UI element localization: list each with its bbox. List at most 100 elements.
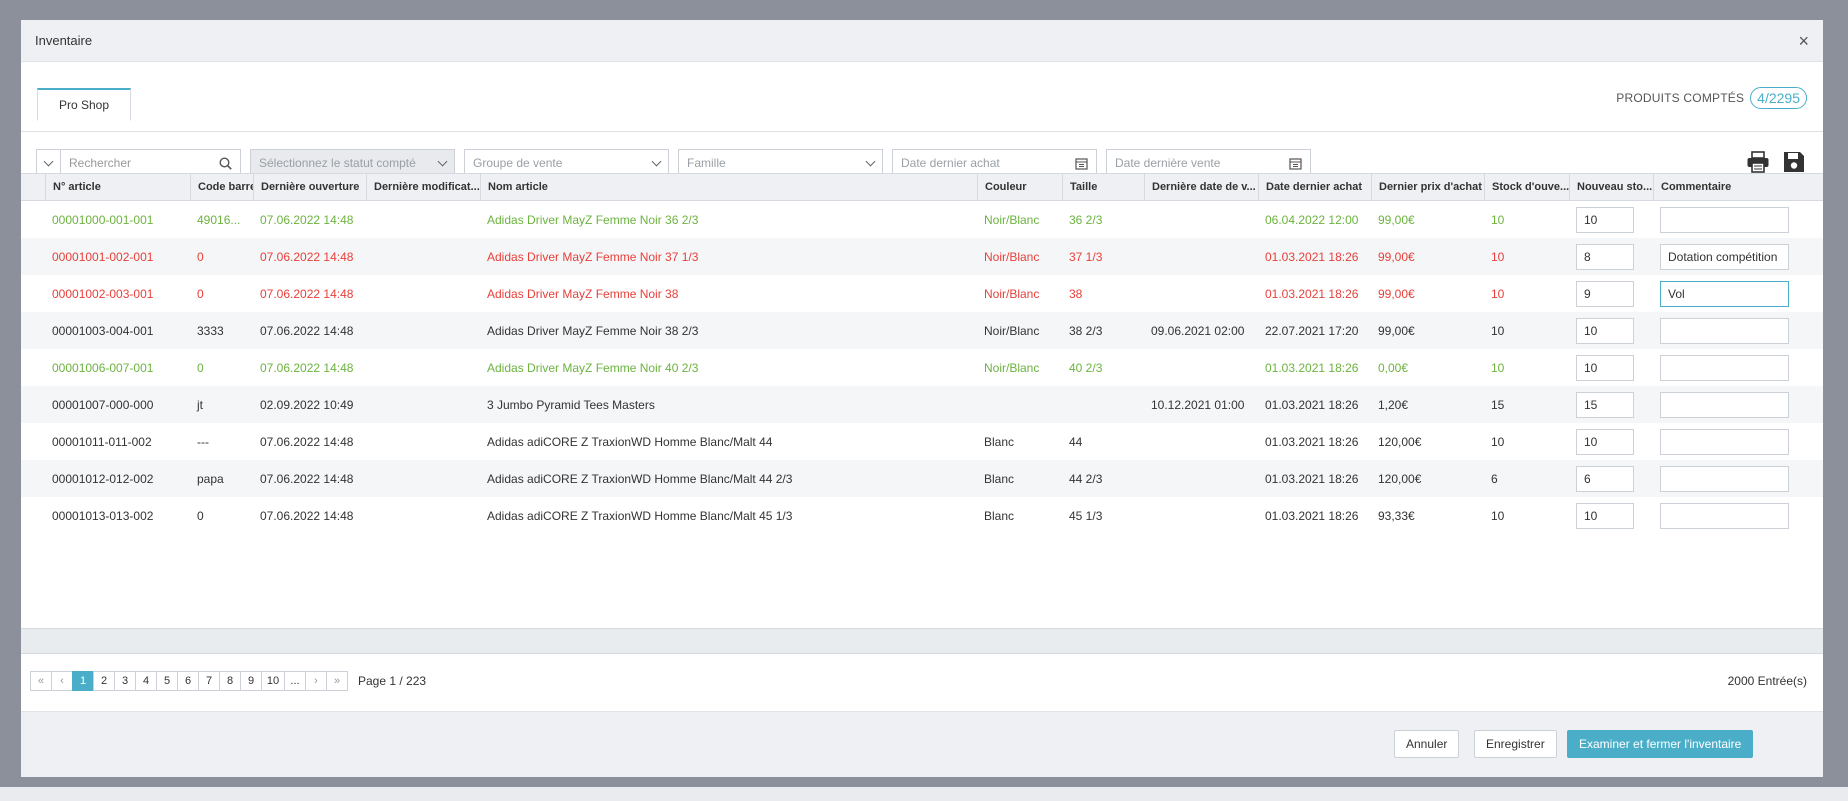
print-icon[interactable] <box>1745 149 1771 175</box>
article-name-cell: Adidas adiCORE Z TraxionWD Homme Blanc/M… <box>487 508 793 523</box>
comment-input[interactable] <box>1660 465 1789 492</box>
last-price-cell: 99,00€ <box>1378 286 1415 301</box>
page-button[interactable]: 7 <box>198 671 220 691</box>
save-icon[interactable] <box>1781 149 1807 175</box>
page-button[interactable]: 10 <box>261 671 285 691</box>
new-stock-cell: 10 <box>1569 206 1653 233</box>
grid-header: N° article Code barre Dernière ouverture… <box>21 173 1823 201</box>
new-stock-input[interactable]: 8 <box>1576 243 1634 270</box>
header-size[interactable]: Taille <box>1062 174 1144 200</box>
size-cell: 36 2/3 <box>1069 212 1103 227</box>
chevron-down-icon <box>437 156 448 166</box>
table-row[interactable]: 00001012-012-002 papa 07.06.2022 14:48 Adid… <box>21 460 1823 497</box>
comment-input[interactable] <box>1660 206 1789 233</box>
table-row[interactable]: 00001001-002-001 0 07.06.2022 14:48 Adidas … <box>21 238 1823 275</box>
table-row[interactable]: 00001007-000-000 jt 02.09.2022 10:49 3 Jumb… <box>21 386 1823 423</box>
tab-pro-shop[interactable]: Pro Shop <box>37 88 132 121</box>
header-last-opened[interactable]: Dernière ouverture <box>253 174 366 200</box>
review-close-button[interactable]: Examiner et fermer l'inventaire <box>1567 730 1754 758</box>
cancel-button[interactable]: Annuler <box>1394 730 1460 758</box>
article-cell: 00001003-004-001 <box>52 323 154 338</box>
comment-cell <box>1653 465 1823 492</box>
new-stock-cell: 9 <box>1569 280 1653 307</box>
table-row[interactable]: 00001006-007-001 0 07.06.2022 14:48 Adidas … <box>21 349 1823 386</box>
page-button[interactable]: ... <box>284 671 306 691</box>
size-cell: 37 1/3 <box>1069 249 1103 264</box>
color-cell: Blanc <box>984 471 1015 486</box>
header-new-stock[interactable]: Nouveau sto... <box>1569 174 1653 200</box>
page-button[interactable]: 8 <box>219 671 241 691</box>
last-opened-cell: 07.06.2022 14:48 <box>260 323 354 338</box>
header-comment[interactable]: Commentaire <box>1653 174 1823 200</box>
close-icon[interactable]: × <box>1798 32 1809 50</box>
header-select <box>21 174 45 200</box>
backdrop-page <box>0 787 1848 801</box>
opening-stock-cell: 6 <box>1491 471 1498 486</box>
save-button[interactable]: Enregistrer <box>1474 730 1557 758</box>
search-icon[interactable] <box>219 156 232 170</box>
page-button[interactable]: 4 <box>135 671 157 691</box>
opening-stock-cell: 10 <box>1491 323 1505 338</box>
comment-input[interactable] <box>1660 502 1789 529</box>
counter-badge: 4/2295 <box>1750 87 1807 109</box>
comment-input[interactable] <box>1660 354 1789 381</box>
header-last-purchase[interactable]: Date dernier achat <box>1258 174 1371 200</box>
new-stock-cell: 15 <box>1569 391 1653 418</box>
article-name-cell: Adidas Driver MayZ Femme Noir 37 1/3 <box>487 249 699 264</box>
first-page-button[interactable]: « <box>30 671 52 691</box>
color-cell: Blanc <box>984 434 1015 449</box>
table-row[interactable]: 00001002-003-001 0 07.06.2022 14:48 Adidas … <box>21 275 1823 312</box>
comment-input[interactable]: Dotation compétition <box>1660 243 1789 270</box>
last-opened-cell: 02.09.2022 10:49 <box>260 397 354 412</box>
new-stock-input[interactable]: 10 <box>1576 502 1634 529</box>
new-stock-input[interactable]: 10 <box>1576 317 1634 344</box>
last-purchase-cell: 01.03.2021 18:26 <box>1265 286 1359 301</box>
comment-cell <box>1653 502 1823 529</box>
header-article[interactable]: N° article <box>45 174 190 200</box>
opening-stock-cell: 10 <box>1491 508 1505 523</box>
page-button[interactable]: 5 <box>156 671 178 691</box>
calendar-icon[interactable] <box>1075 157 1088 170</box>
last-purchase-cell: 01.03.2021 18:26 <box>1265 360 1359 375</box>
table-row[interactable]: 00001011-011-002 --- 07.06.2022 14:48 Adida… <box>21 423 1823 460</box>
last-page-button[interactable]: » <box>326 671 348 691</box>
new-stock-input[interactable]: 10 <box>1576 428 1634 455</box>
comment-input[interactable] <box>1660 317 1789 344</box>
comment-input[interactable] <box>1660 428 1789 455</box>
header-color[interactable]: Couleur <box>977 174 1062 200</box>
header-barcode[interactable]: Code barre <box>190 174 253 200</box>
new-stock-input[interactable]: 10 <box>1576 354 1634 381</box>
page-button[interactable]: 9 <box>240 671 262 691</box>
header-last-sale[interactable]: Dernière date de v... <box>1144 174 1258 200</box>
page-button[interactable]: 1 <box>72 671 94 691</box>
last-purchase-cell: 01.03.2021 18:26 <box>1265 249 1359 264</box>
new-stock-input[interactable]: 9 <box>1576 280 1634 307</box>
barcode-cell: 49016... <box>197 212 241 227</box>
next-page-button[interactable]: › <box>305 671 327 691</box>
last-price-cell: 99,00€ <box>1378 249 1415 264</box>
new-stock-input[interactable]: 6 <box>1576 465 1634 492</box>
header-opening-stock[interactable]: Stock d'ouve... <box>1484 174 1569 200</box>
header-last-price[interactable]: Dernier prix d'achat <box>1371 174 1484 200</box>
new-stock-input[interactable]: 15 <box>1576 391 1634 418</box>
last-price-cell: 93,33€ <box>1378 508 1415 523</box>
comment-input[interactable] <box>1660 391 1789 418</box>
new-stock-input[interactable]: 10 <box>1576 206 1634 233</box>
new-stock-cell: 8 <box>1569 243 1653 270</box>
article-cell: 00001002-003-001 <box>52 286 154 301</box>
table-row[interactable]: 00001003-004-001 3333 07.06.2022 14:48 Adid… <box>21 312 1823 349</box>
prev-page-button[interactable]: ‹ <box>51 671 73 691</box>
last-sale-cell: 10.12.2021 01:00 <box>1151 397 1245 412</box>
table-row[interactable]: 00001000-001-001 49016... 07.06.2022 14:48… <box>21 201 1823 238</box>
color-cell: Blanc <box>984 508 1015 523</box>
page-info: Page 1 / 223 <box>358 674 427 688</box>
calendar-icon[interactable] <box>1289 157 1302 170</box>
page-button[interactable]: 6 <box>177 671 199 691</box>
header-last-modified[interactable]: Dernière modificat... <box>366 174 480 200</box>
comment-input[interactable]: Vol <box>1660 280 1789 307</box>
table-row[interactable]: 00001013-013-002 0 07.06.2022 14:48 Adidas … <box>21 497 1823 534</box>
article-cell: 00001006-007-001 <box>52 360 154 375</box>
header-name[interactable]: Nom article <box>480 174 977 200</box>
page-button[interactable]: 2 <box>93 671 115 691</box>
page-button[interactable]: 3 <box>114 671 136 691</box>
